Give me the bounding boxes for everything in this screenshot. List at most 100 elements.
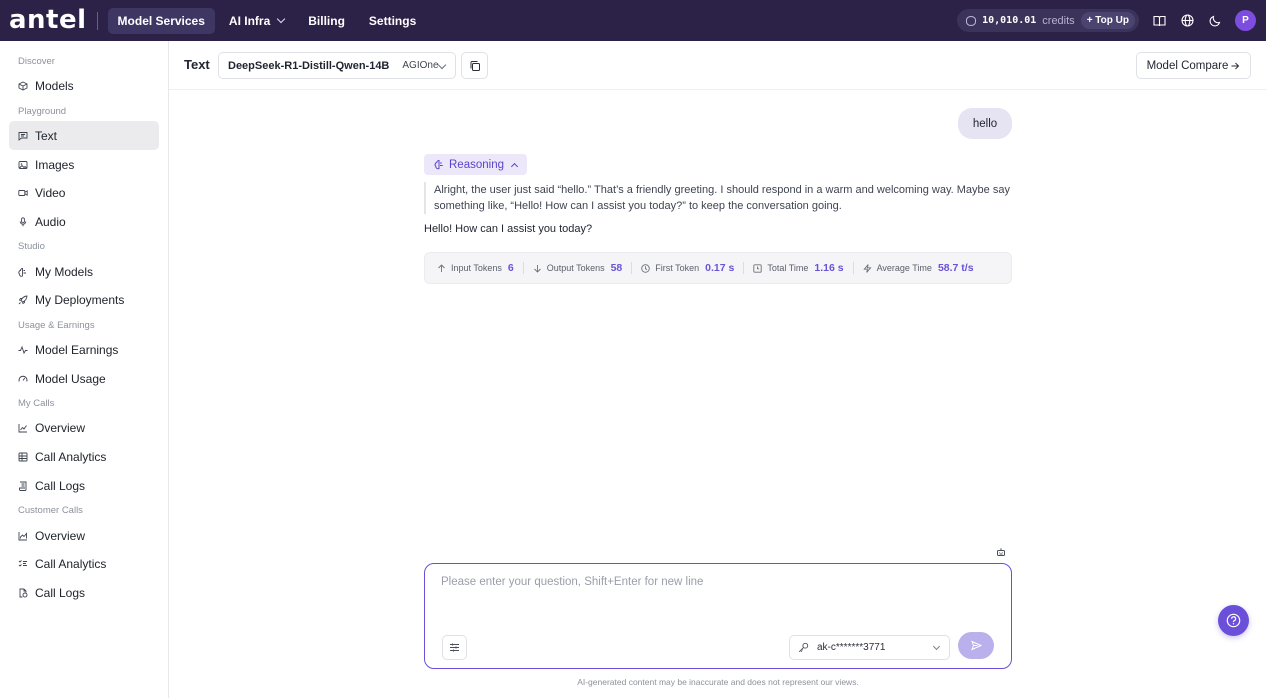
chevron-down-icon — [437, 60, 447, 70]
message-square-icon — [18, 131, 28, 141]
message-input[interactable] — [441, 576, 981, 588]
sidebar-item-my-calls-overview[interactable]: Overview — [9, 413, 159, 442]
sidebar-section-customer-calls: Customer Calls — [18, 505, 83, 516]
key-icon — [798, 642, 809, 653]
stat-value: 58 — [610, 262, 623, 274]
help-circle-icon — [1226, 613, 1241, 628]
reasoning-toggle[interactable]: Reasoning — [424, 154, 527, 175]
send-button[interactable] — [958, 632, 994, 659]
nav-model-services[interactable]: Model Services — [107, 7, 215, 34]
sidebar-item-label: Model Earnings — [35, 342, 119, 357]
sidebar-section-studio: Studio — [18, 241, 45, 252]
table-icon — [18, 452, 28, 462]
user-avatar[interactable]: P — [1235, 10, 1256, 31]
sidebar-item-label: Overview — [35, 420, 86, 435]
top-navigation-bar: antel Model Services AI Infra Billing Se… — [0, 0, 1266, 41]
sidebar-item-my-calls-logs[interactable]: Call Logs — [9, 471, 159, 500]
sidebar-item-label: Text — [35, 128, 58, 143]
cube-icon — [18, 80, 28, 91]
microphone-icon — [18, 216, 28, 227]
copy-icon — [470, 60, 480, 71]
sidebar-section-my-calls: My Calls — [18, 398, 55, 409]
sidebar-item-label: Model Usage — [35, 371, 106, 386]
credits-badge[interactable]: 10,010.01 credits + Top Up — [957, 9, 1139, 32]
help-button[interactable] — [1218, 605, 1249, 636]
nav-billing[interactable]: Billing — [298, 8, 355, 34]
book-icon[interactable] — [1151, 13, 1167, 29]
copy-button[interactable] — [461, 52, 488, 79]
sidebar: Discover Models Playground Text Images V… — [0, 41, 169, 698]
zap-icon — [862, 263, 872, 273]
chevron-up-icon — [510, 162, 519, 170]
sidebar-item-label: Video — [35, 185, 66, 200]
sidebar-item-label: My Deployments — [35, 292, 125, 307]
sidebar-item-my-calls-analytics[interactable]: Call Analytics — [9, 442, 159, 471]
reasoning-text: Alright, the user just said “hello.” Tha… — [424, 182, 1012, 214]
sidebar-item-label: Images — [35, 157, 75, 172]
rocket-icon — [18, 295, 28, 305]
api-key-value: ak-c*******3771 — [817, 642, 886, 653]
brain-icon — [18, 267, 28, 277]
gauge-icon — [18, 374, 28, 384]
top-up-button[interactable]: + Top Up — [1080, 12, 1135, 29]
response-stats: Input Tokens 6 Output Tokens 58 First To… — [424, 252, 1012, 284]
model-provider: AGIOne — [402, 60, 439, 71]
antel-logo[interactable]: antel — [9, 5, 87, 35]
robot-icon[interactable] — [996, 544, 1006, 562]
moon-icon[interactable] — [1207, 13, 1223, 29]
sidebar-item-models[interactable]: Models — [9, 71, 159, 100]
globe-icon[interactable] — [1179, 13, 1195, 29]
reasoning-label: Reasoning — [449, 158, 504, 171]
stat-value: 58.7 t/s — [937, 262, 974, 274]
sidebar-item-my-deployments[interactable]: My Deployments — [9, 285, 159, 314]
settings-button[interactable] — [442, 635, 467, 660]
coins-icon — [966, 15, 977, 26]
topbar-actions: 10,010.01 credits + Top Up P — [957, 9, 1256, 32]
sidebar-item-my-models[interactable]: My Models — [9, 257, 159, 286]
sidebar-item-model-usage[interactable]: Model Usage — [9, 364, 159, 393]
sidebar-item-label: Call Logs — [35, 478, 86, 493]
sidebar-item-customer-calls-logs[interactable]: Call Logs — [9, 578, 159, 607]
sidebar-item-customer-calls-overview[interactable]: Overview — [9, 521, 159, 550]
stat-label: Input Tokens — [451, 263, 502, 273]
arrow-right-icon — [1231, 62, 1240, 69]
chevron-down-icon — [932, 642, 941, 651]
stat-label: Output Tokens — [546, 263, 605, 273]
activity-icon — [18, 345, 28, 355]
sidebar-item-text[interactable]: Text — [9, 121, 159, 150]
list-checks-icon — [18, 559, 28, 569]
assistant-answer: Hello! How can I assist you today? — [424, 223, 593, 235]
sidebar-item-audio[interactable]: Audio — [9, 207, 159, 236]
stat-value: 6 — [507, 262, 514, 274]
nav-settings-label: Settings — [368, 13, 417, 28]
model-compare-button[interactable]: Model Compare — [1136, 52, 1251, 79]
stat-output-tokens: Output Tokens 58 — [533, 262, 633, 274]
scroll-text-icon — [18, 481, 28, 491]
nav-model-services-label: Model Services — [117, 13, 205, 28]
nav-settings[interactable]: Settings — [359, 8, 426, 34]
message-composer: ak-c*******3771 — [424, 563, 1012, 669]
user-message-bubble: hello — [958, 108, 1012, 139]
nav-ai-infra-label: AI Infra — [228, 13, 271, 28]
main-nav: Model Services AI Infra Billing Settings — [107, 7, 427, 34]
image-icon — [18, 160, 28, 170]
sidebar-item-model-earnings[interactable]: Model Earnings — [9, 335, 159, 364]
stat-input-tokens: Input Tokens 6 — [437, 262, 524, 274]
sidebar-item-customer-calls-analytics[interactable]: Call Analytics — [9, 549, 159, 578]
logo-divider — [96, 11, 98, 30]
sidebar-item-images[interactable]: Images — [9, 150, 159, 179]
brain-icon — [434, 159, 443, 170]
model-select[interactable]: DeepSeek-R1-Distill-Qwen-14B AGIOne — [218, 52, 456, 79]
chevron-down-icon — [277, 14, 286, 23]
api-key-select[interactable]: ak-c*******3771 — [789, 635, 950, 660]
sidebar-item-label: Call Analytics — [35, 449, 107, 464]
clock-icon — [641, 263, 651, 273]
sidebar-item-label: My Models — [35, 264, 94, 279]
sidebar-item-label: Overview — [35, 528, 86, 543]
nav-ai-infra[interactable]: AI Infra — [219, 8, 294, 34]
model-name: DeepSeek-R1-Distill-Qwen-14B — [228, 59, 390, 72]
video-icon — [18, 188, 28, 198]
model-compare-label: Model Compare — [1146, 59, 1229, 72]
playground-header: Text DeepSeek-R1-Distill-Qwen-14B AGIOne… — [169, 41, 1266, 90]
sidebar-item-video[interactable]: Video — [9, 178, 159, 207]
